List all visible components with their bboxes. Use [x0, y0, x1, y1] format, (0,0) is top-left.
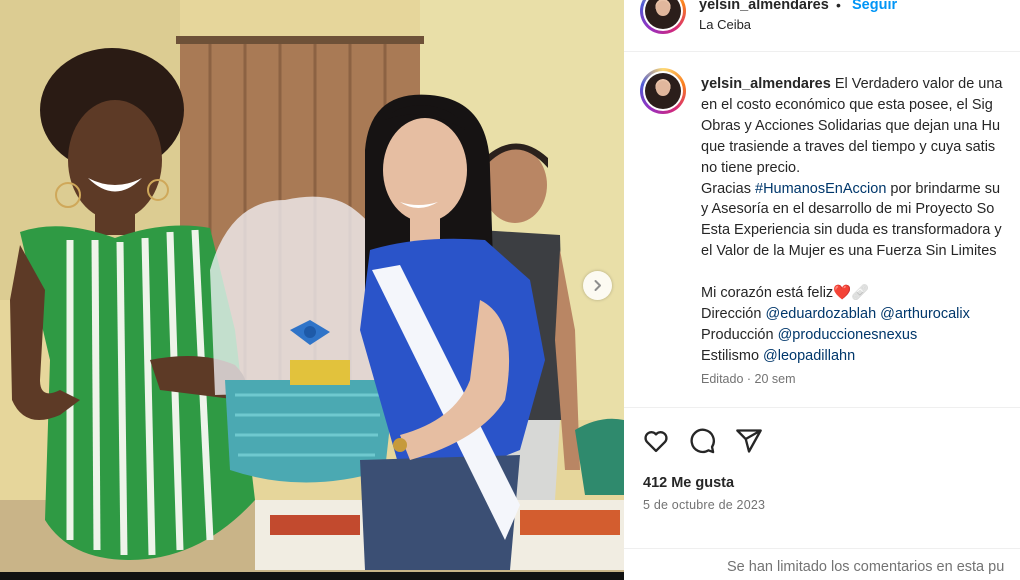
mention-link[interactable]: @produccionesnexus	[778, 327, 918, 343]
caption-line: que trasiende a traves del tiempo y cuya…	[701, 138, 996, 155]
comments-limited-notice: Se han limitado los comentarios en esta …	[727, 559, 1005, 575]
caption-meta: Editado · 20 sem	[701, 372, 796, 386]
avatar[interactable]	[640, 0, 686, 34]
photo-bottom-bar	[0, 572, 624, 580]
caption-line: por brindarme su	[890, 180, 1001, 197]
location-link[interactable]: La Ceiba	[699, 17, 751, 32]
next-photo-button[interactable]	[583, 271, 612, 300]
heart-icon	[644, 431, 668, 453]
caption-label-production: Producción	[701, 326, 774, 343]
comment-icon	[690, 428, 715, 454]
caption-line: Esta Experiencia sin duda es transformad…	[701, 222, 1002, 239]
like-button[interactable]	[641, 426, 671, 456]
caption-line: en el costo económico que esta posee, el…	[701, 96, 993, 113]
caption-label-direction: Dirección	[701, 305, 762, 322]
likes-count[interactable]: 412 Me gusta	[643, 475, 734, 491]
caption-username[interactable]: yelsin_almendares	[701, 76, 831, 92]
header-separator: •	[836, 0, 841, 13]
post-date: 5 de octubre de 2023	[643, 498, 766, 512]
post-side-panel: yelsin_almendares • Seguir La Ceiba yels…	[624, 0, 1020, 580]
hashtag-link[interactable]: #HumanosEnAccion	[755, 181, 886, 197]
caption-line: Mi corazón está feliz❤️🩹	[701, 285, 870, 302]
caption-section: yelsin_almendares El Verdadero valor de …	[624, 52, 1020, 408]
caption-label-styling: Estilismo	[701, 347, 760, 364]
comments-limited-bar: Se han limitado los comentarios en esta …	[624, 548, 1020, 580]
post-photo	[0, 0, 624, 580]
share-icon	[736, 429, 762, 453]
caption-line: Gracias	[701, 180, 751, 197]
caption-line: El Verdadero valor de una	[834, 76, 1003, 92]
follow-button[interactable]: Seguir	[852, 0, 897, 13]
photo-scene	[0, 0, 624, 580]
post-header: yelsin_almendares • Seguir La Ceiba	[624, 0, 1020, 52]
chevron-right-icon	[594, 280, 601, 291]
caption-line: el Valor de la Mujer es una Fuerza Sin L…	[701, 243, 997, 260]
header-username[interactable]: yelsin_almendares	[699, 0, 829, 13]
action-bar	[624, 420, 1020, 464]
share-button[interactable]	[734, 426, 764, 456]
caption-line: no tiene precio.	[701, 159, 801, 176]
mention-link[interactable]: @arthurocalix	[880, 306, 970, 322]
caption-text: yelsin_almendares El Verdadero valor de …	[701, 74, 1020, 367]
caption-line: Obras y Acciones Solidarias que dejan un…	[701, 117, 1001, 134]
comment-button[interactable]	[687, 426, 717, 456]
caption-line: y Asesoría en el desarrollo de mi Proyec…	[701, 201, 995, 218]
mention-link[interactable]: @eduardozablah	[765, 306, 876, 322]
mention-link[interactable]: @leopadillahn	[763, 348, 855, 364]
caption-avatar[interactable]	[640, 68, 686, 114]
